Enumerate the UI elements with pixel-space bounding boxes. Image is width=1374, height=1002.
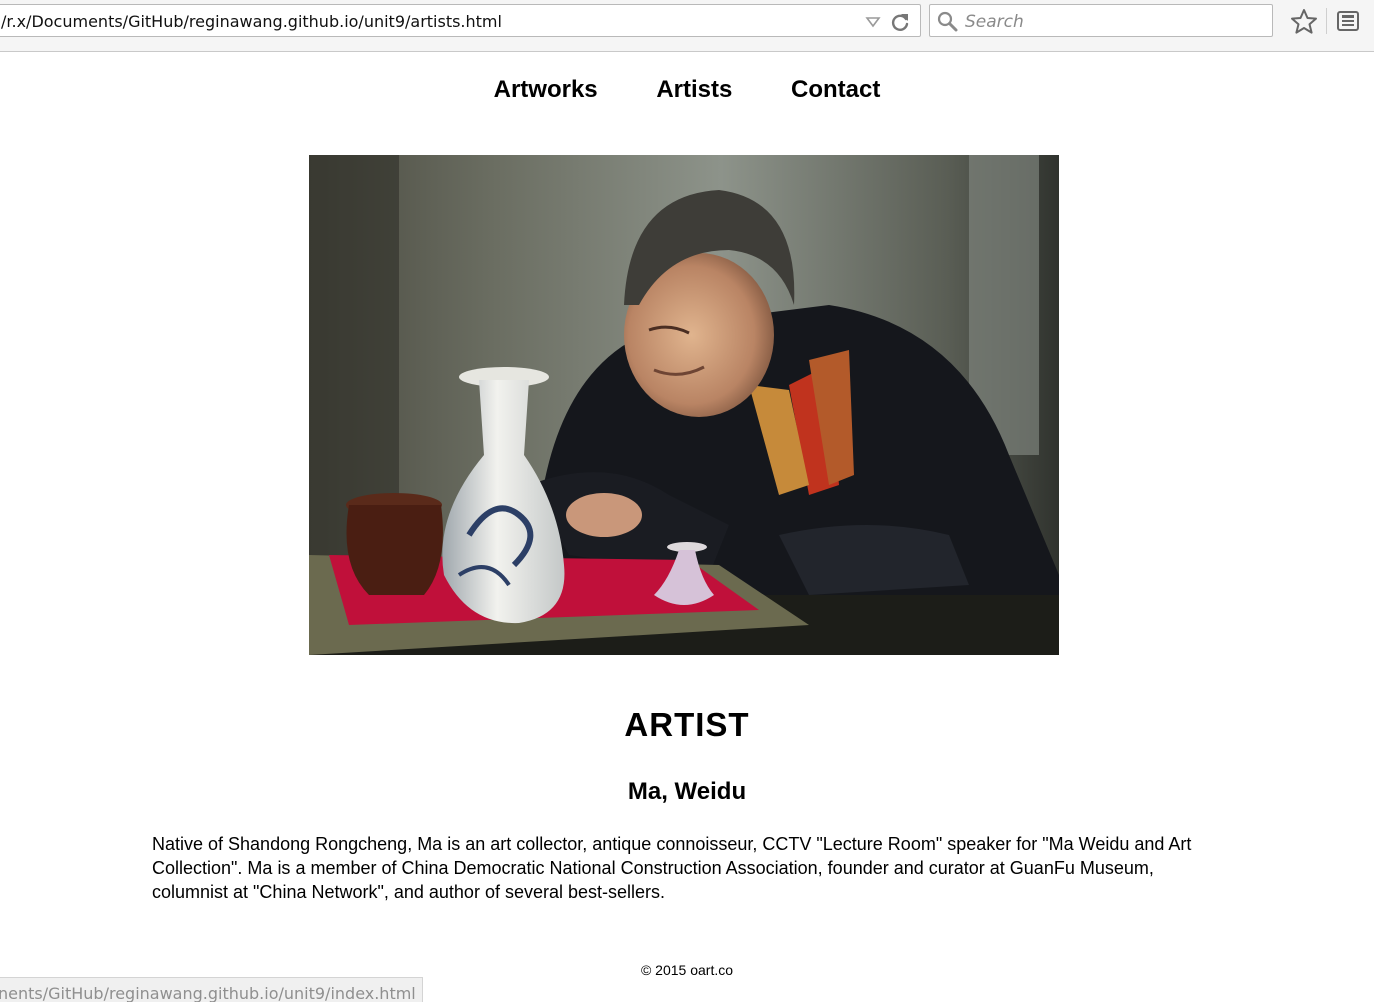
history-dropdown-icon[interactable] bbox=[865, 15, 881, 33]
status-url: nents/GitHub/reginawang.github.io/unit9/… bbox=[0, 984, 416, 1002]
section-heading: ARTIST bbox=[624, 706, 750, 743]
search-placeholder: Search bbox=[965, 12, 1024, 32]
nav-link-artworks[interactable]: Artworks bbox=[494, 76, 598, 104]
bookmark-star-icon[interactable] bbox=[1290, 8, 1318, 41]
nav-link-contact[interactable]: Contact bbox=[791, 76, 880, 104]
url-text[interactable]: /r.x/Documents/GitHub/reginawang.github.… bbox=[1, 12, 502, 31]
nav-link-artists[interactable]: Artists bbox=[656, 76, 732, 104]
footer-copyright: © 2015 oart.co bbox=[640, 962, 734, 978]
reading-list-icon[interactable] bbox=[1336, 9, 1360, 38]
artist-photo bbox=[309, 155, 1059, 655]
site-nav: Artworks Artists Contact bbox=[0, 76, 1374, 104]
status-bar: nents/GitHub/reginawang.github.io/unit9/… bbox=[0, 977, 423, 1002]
toolbar-separator bbox=[1326, 8, 1327, 34]
url-bar[interactable]: /r.x/Documents/GitHub/reginawang.github.… bbox=[0, 4, 921, 37]
browser-toolbar: /r.x/Documents/GitHub/reginawang.github.… bbox=[0, 0, 1374, 52]
artist-name: Ma, Weidu bbox=[627, 778, 747, 805]
search-icon bbox=[936, 10, 960, 39]
reload-icon[interactable] bbox=[889, 11, 911, 38]
artist-bio: Native of Shandong Rongcheng, Ma is an a… bbox=[152, 834, 1192, 902]
search-bar[interactable]: Search bbox=[929, 4, 1273, 37]
